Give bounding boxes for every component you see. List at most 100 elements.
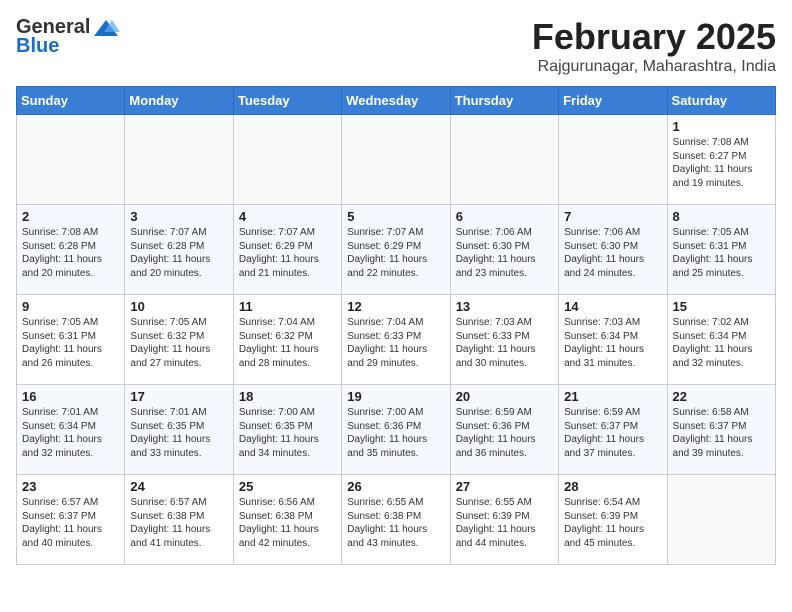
day-info: Sunrise: 7:00 AM Sunset: 6:35 PM Dayligh… [239, 406, 336, 460]
calendar-table: SundayMondayTuesdayWednesdayThursdayFrid… [16, 86, 776, 565]
calendar-day-cell: 6Sunrise: 7:06 AM Sunset: 6:30 PM Daylig… [450, 205, 558, 295]
day-number: 10 [130, 299, 227, 314]
day-number: 13 [456, 299, 553, 314]
day-info: Sunrise: 6:59 AM Sunset: 6:36 PM Dayligh… [456, 406, 553, 460]
day-number: 9 [22, 299, 119, 314]
day-info: Sunrise: 7:03 AM Sunset: 6:34 PM Dayligh… [564, 316, 661, 370]
day-number: 6 [456, 209, 553, 224]
day-number: 23 [22, 479, 119, 494]
logo: General Blue [16, 16, 122, 58]
location-subtitle: Rajgurunagar, Maharashtra, India [532, 58, 776, 76]
calendar-day-cell: 20 Sunrise: 6:59 AM Sunset: 6:36 PM Dayli… [450, 385, 558, 475]
calendar-week-row: 16 Sunrise: 7:01 AM Sunset: 6:34 PM Dayli… [17, 385, 776, 475]
weekday-header-wednesday: Wednesday [342, 87, 450, 115]
calendar-day-cell: 9 Sunrise: 7:05 AM Sunset: 6:31 PM Daylig… [17, 295, 125, 385]
weekday-header-sunday: Sunday [17, 87, 125, 115]
day-info: Sunrise: 7:08 AM Sunset: 6:28 PM Dayligh… [22, 226, 119, 280]
calendar-day-cell: 26 Sunrise: 6:55 AM Sunset: 6:38 PM Dayli… [342, 475, 450, 565]
day-number: 18 [239, 389, 336, 404]
day-number: 7 [564, 209, 661, 224]
calendar-day-cell: 18 Sunrise: 7:00 AM Sunset: 6:35 PM Dayli… [233, 385, 341, 475]
day-number: 17 [130, 389, 227, 404]
calendar-day-cell: 15 Sunrise: 7:02 AM Sunset: 6:34 PM Dayli… [667, 295, 775, 385]
day-info: Sunrise: 6:54 AM Sunset: 6:39 PM Dayligh… [564, 496, 661, 550]
calendar-day-cell: 12 Sunrise: 7:04 AM Sunset: 6:33 PM Dayli… [342, 295, 450, 385]
calendar-empty-cell [233, 115, 341, 205]
calendar-week-row: 2 Sunrise: 7:08 AM Sunset: 6:28 PM Daylig… [17, 205, 776, 295]
day-number: 25 [239, 479, 336, 494]
day-number: 27 [456, 479, 553, 494]
calendar-day-cell: 28 Sunrise: 6:54 AM Sunset: 6:39 PM Dayli… [559, 475, 667, 565]
weekday-header-tuesday: Tuesday [233, 87, 341, 115]
calendar-empty-cell [559, 115, 667, 205]
calendar-day-cell: 1Sunrise: 7:08 AM Sunset: 6:27 PM Daylig… [667, 115, 775, 205]
calendar-week-row: 1Sunrise: 7:08 AM Sunset: 6:27 PM Daylig… [17, 115, 776, 205]
day-info: Sunrise: 7:04 AM Sunset: 6:32 PM Dayligh… [239, 316, 336, 370]
calendar-day-cell: 19Sunrise: 7:00 AM Sunset: 6:36 PM Dayli… [342, 385, 450, 475]
day-number: 8 [673, 209, 770, 224]
day-number: 4 [239, 209, 336, 224]
weekday-header-monday: Monday [125, 87, 233, 115]
day-info: Sunrise: 6:57 AM Sunset: 6:38 PM Dayligh… [130, 496, 227, 550]
day-number: 3 [130, 209, 227, 224]
day-info: Sunrise: 6:55 AM Sunset: 6:39 PM Dayligh… [456, 496, 553, 550]
day-info: Sunrise: 6:59 AM Sunset: 6:37 PM Dayligh… [564, 406, 661, 460]
day-info: Sunrise: 6:58 AM Sunset: 6:37 PM Dayligh… [673, 406, 770, 460]
calendar-empty-cell [125, 115, 233, 205]
weekday-header-thursday: Thursday [450, 87, 558, 115]
day-info: Sunrise: 7:06 AM Sunset: 6:30 PM Dayligh… [564, 226, 661, 280]
calendar-day-cell: 13 Sunrise: 7:03 AM Sunset: 6:33 PM Dayli… [450, 295, 558, 385]
page-header: General Blue February 2025 Rajgurunagar,… [16, 16, 776, 76]
day-number: 5 [347, 209, 444, 224]
calendar-empty-cell [667, 475, 775, 565]
logo-icon [92, 18, 120, 38]
calendar-empty-cell [17, 115, 125, 205]
day-info: Sunrise: 7:00 AM Sunset: 6:36 PM Dayligh… [347, 406, 444, 460]
calendar-week-row: 9 Sunrise: 7:05 AM Sunset: 6:31 PM Daylig… [17, 295, 776, 385]
day-number: 28 [564, 479, 661, 494]
day-number: 24 [130, 479, 227, 494]
day-info: Sunrise: 6:57 AM Sunset: 6:37 PM Dayligh… [22, 496, 119, 550]
calendar-day-cell: 16 Sunrise: 7:01 AM Sunset: 6:34 PM Dayli… [17, 385, 125, 475]
day-info: Sunrise: 7:07 AM Sunset: 6:28 PM Dayligh… [130, 226, 227, 280]
day-number: 16 [22, 389, 119, 404]
weekday-header-saturday: Saturday [667, 87, 775, 115]
weekday-header-row: SundayMondayTuesdayWednesdayThursdayFrid… [17, 87, 776, 115]
day-number: 11 [239, 299, 336, 314]
day-info: Sunrise: 7:07 AM Sunset: 6:29 PM Dayligh… [347, 226, 444, 280]
day-info: Sunrise: 6:56 AM Sunset: 6:38 PM Dayligh… [239, 496, 336, 550]
day-number: 26 [347, 479, 444, 494]
calendar-empty-cell [342, 115, 450, 205]
day-number: 2 [22, 209, 119, 224]
calendar-day-cell: 24 Sunrise: 6:57 AM Sunset: 6:38 PM Dayli… [125, 475, 233, 565]
day-info: Sunrise: 7:01 AM Sunset: 6:34 PM Dayligh… [22, 406, 119, 460]
calendar-day-cell: 4Sunrise: 7:07 AM Sunset: 6:29 PM Daylig… [233, 205, 341, 295]
weekday-header-friday: Friday [559, 87, 667, 115]
calendar-day-cell: 21Sunrise: 6:59 AM Sunset: 6:37 PM Dayli… [559, 385, 667, 475]
calendar-day-cell: 2 Sunrise: 7:08 AM Sunset: 6:28 PM Daylig… [17, 205, 125, 295]
calendar-day-cell: 11 Sunrise: 7:04 AM Sunset: 6:32 PM Dayli… [233, 295, 341, 385]
calendar-day-cell: 8 Sunrise: 7:05 AM Sunset: 6:31 PM Daylig… [667, 205, 775, 295]
logo-blue: Blue [16, 35, 59, 58]
day-info: Sunrise: 7:05 AM Sunset: 6:32 PM Dayligh… [130, 316, 227, 370]
calendar-day-cell: 25 Sunrise: 6:56 AM Sunset: 6:38 PM Dayli… [233, 475, 341, 565]
calendar-day-cell: 10 Sunrise: 7:05 AM Sunset: 6:32 PM Dayli… [125, 295, 233, 385]
day-number: 20 [456, 389, 553, 404]
title-block: February 2025 Rajgurunagar, Maharashtra,… [532, 16, 776, 76]
day-number: 12 [347, 299, 444, 314]
day-info: Sunrise: 6:55 AM Sunset: 6:38 PM Dayligh… [347, 496, 444, 550]
day-number: 15 [673, 299, 770, 314]
calendar-day-cell: 14Sunrise: 7:03 AM Sunset: 6:34 PM Dayli… [559, 295, 667, 385]
day-info: Sunrise: 7:01 AM Sunset: 6:35 PM Dayligh… [130, 406, 227, 460]
day-info: Sunrise: 7:04 AM Sunset: 6:33 PM Dayligh… [347, 316, 444, 370]
calendar-day-cell: 27 Sunrise: 6:55 AM Sunset: 6:39 PM Dayli… [450, 475, 558, 565]
day-info: Sunrise: 7:05 AM Sunset: 6:31 PM Dayligh… [22, 316, 119, 370]
day-info: Sunrise: 7:03 AM Sunset: 6:33 PM Dayligh… [456, 316, 553, 370]
day-number: 1 [673, 119, 770, 134]
calendar-day-cell: 17 Sunrise: 7:01 AM Sunset: 6:35 PM Dayli… [125, 385, 233, 475]
day-info: Sunrise: 7:02 AM Sunset: 6:34 PM Dayligh… [673, 316, 770, 370]
month-title: February 2025 [532, 16, 776, 58]
day-number: 22 [673, 389, 770, 404]
day-info: Sunrise: 7:05 AM Sunset: 6:31 PM Dayligh… [673, 226, 770, 280]
calendar-day-cell: 7 Sunrise: 7:06 AM Sunset: 6:30 PM Daylig… [559, 205, 667, 295]
